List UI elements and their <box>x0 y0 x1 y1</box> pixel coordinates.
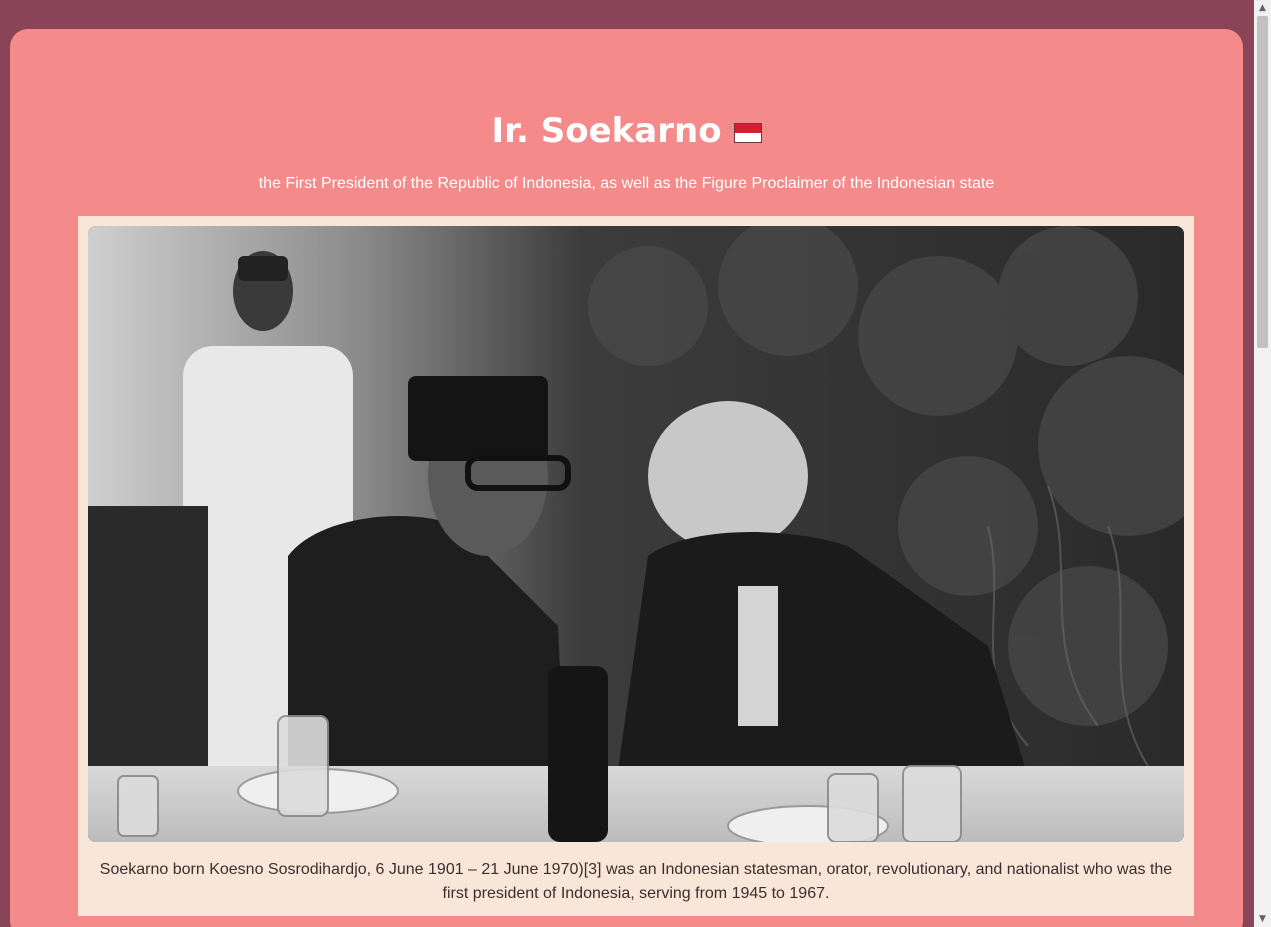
page-title: Ir. Soekarno <box>491 109 762 153</box>
page: Ir. Soekarno the First President of the … <box>0 0 1271 927</box>
page-subtitle: the First President of the Republic of I… <box>258 175 995 192</box>
photo-figure: Soekarno born Koesno Sosrodihardjo, 6 Ju… <box>78 216 1194 916</box>
scroll-down-arrow-icon[interactable]: ▼ <box>1254 911 1271 927</box>
indonesia-flag-icon <box>733 123 762 143</box>
vertical-scrollbar[interactable]: ▲ ▼ <box>1254 0 1271 927</box>
scroll-thumb[interactable] <box>1257 16 1268 348</box>
title-row: Ir. Soekarno <box>10 109 1243 153</box>
historical-photo <box>88 226 1184 842</box>
main-card: Ir. Soekarno the First President of the … <box>10 29 1243 927</box>
title-text: Ir. Soekarno <box>491 111 722 151</box>
photo-caption: Soekarno born Koesno Sosrodihardjo, 6 Ju… <box>99 861 1173 902</box>
scroll-up-arrow-icon[interactable]: ▲ <box>1254 0 1271 16</box>
